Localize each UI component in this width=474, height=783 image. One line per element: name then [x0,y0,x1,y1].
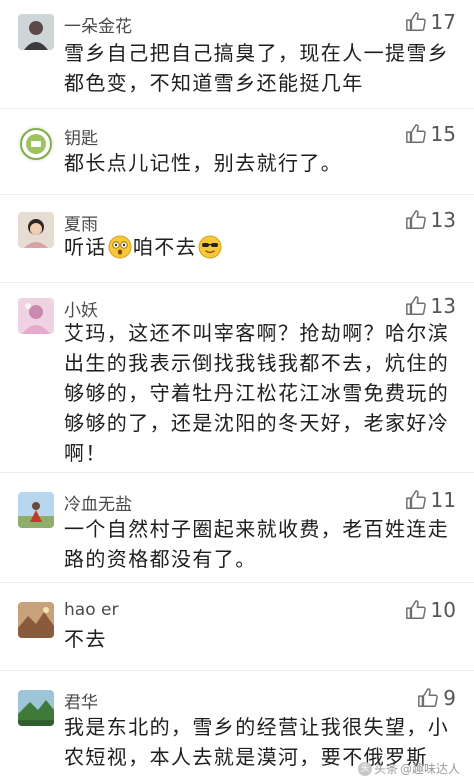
thumbs-up-icon [405,490,426,509]
divider [0,282,474,283]
like-button[interactable]: 11 [405,488,456,512]
comment-line: 一个自然村子圈起来就收费，老百姓连走 [64,517,450,541]
like-count: 15 [430,122,456,146]
like-button[interactable]: 13 [405,294,456,318]
comment-text: 都长点儿记性，别去就行了。 [64,148,458,178]
comment-text: 不去 [64,624,458,654]
divider [0,108,474,109]
avatar[interactable] [18,126,54,162]
avatar[interactable] [18,602,54,638]
watermark-brand: 头条 [373,762,398,776]
avatar[interactable] [18,212,54,248]
username[interactable]: 一朵金花 [64,12,132,37]
comment-line: 不去 [64,627,107,651]
divider [0,670,474,671]
comment-line: 路的资格都没有了。 [64,547,257,571]
like-button[interactable]: 10 [405,598,456,622]
like-button[interactable]: 13 [405,208,456,232]
watermark-handle: @趣味达人 [399,762,460,776]
comment-text: 艾玛，这还不叫宰客啊？抢劫啊？哈尔滨 出生的我表示倒找我钱我都不去，炕住的 够够… [64,318,458,468]
thumbs-up-icon [405,210,426,229]
comment-line: 都长点儿记性，别去就行了。 [64,151,343,175]
like-button[interactable]: 9 [417,686,456,710]
username[interactable]: 君华 [64,688,98,713]
watermark: 头 头条 @趣味达人 [357,760,460,777]
comment-text: 一个自然村子圈起来就收费，老百姓连走 路的资格都没有了。 [64,514,458,574]
comment-fragment: 咱不去 [132,235,198,259]
avatar[interactable] [18,690,54,726]
comment-line: 够够的了，还是沈阳的冬天好，老家好冷 [64,411,450,435]
shocked-face-emoji-icon [108,235,132,267]
comment-line: 我是东北的，雪乡的经营让我很失望，小 [64,715,450,739]
thumbs-up-icon [405,124,426,143]
avatar-girl-icon [18,212,54,248]
like-count: 10 [430,598,456,622]
avatar-outdoor-icon [18,492,54,528]
comment-text: 雪乡自己把自己搞臭了，现在人一提雪乡 都色变，不知道雪乡还能挺几年 [64,38,458,98]
avatar[interactable] [18,298,54,334]
comment-line: 都色变，不知道雪乡还能挺几年 [64,71,364,95]
avatar[interactable] [18,492,54,528]
username[interactable]: hao er [64,600,118,620]
divider [0,582,474,583]
avatar[interactable] [18,14,54,50]
thumbs-up-icon [405,12,426,31]
comment-fragment: 听话 [64,235,107,259]
like-count: 17 [430,10,456,34]
comment-line: 出生的我表示倒找我钱我都不去，炕住的 [64,351,450,375]
like-count: 13 [430,294,456,318]
avatar-badge-icon [18,126,54,162]
sunglasses-face-emoji-icon [198,235,222,267]
divider [0,194,474,195]
comment-line: 够够的，守着牡丹江松花江冰雪免费玩的 [64,381,450,405]
toutiao-logo-icon: 头 [357,761,372,776]
avatar-pink-icon [18,298,54,334]
comment-line: 雪乡自己把自己搞臭了，现在人一提雪乡 [64,41,450,65]
username[interactable]: 钥匙 [64,124,98,149]
like-button[interactable]: 17 [405,10,456,34]
comment-line: 艾玛，这还不叫宰客啊？抢劫啊？哈尔滨 [64,321,450,345]
divider [0,472,474,473]
like-count: 13 [430,208,456,232]
avatar-person-icon [18,14,54,50]
like-button[interactable]: 15 [405,122,456,146]
thumbs-up-icon [418,688,439,707]
like-count: 9 [443,686,456,710]
comment-text: 听话 咱不去 [64,232,458,267]
comment-line: 啊！ [64,441,107,465]
avatar-mountain-icon [18,690,54,726]
thumbs-up-icon [405,296,426,315]
like-count: 11 [430,488,456,512]
avatar-landscape-icon [18,602,54,638]
username[interactable]: 冷血无盐 [64,490,132,515]
thumbs-up-icon [405,600,426,619]
comment-line: 听话 咱不去 [64,232,458,267]
